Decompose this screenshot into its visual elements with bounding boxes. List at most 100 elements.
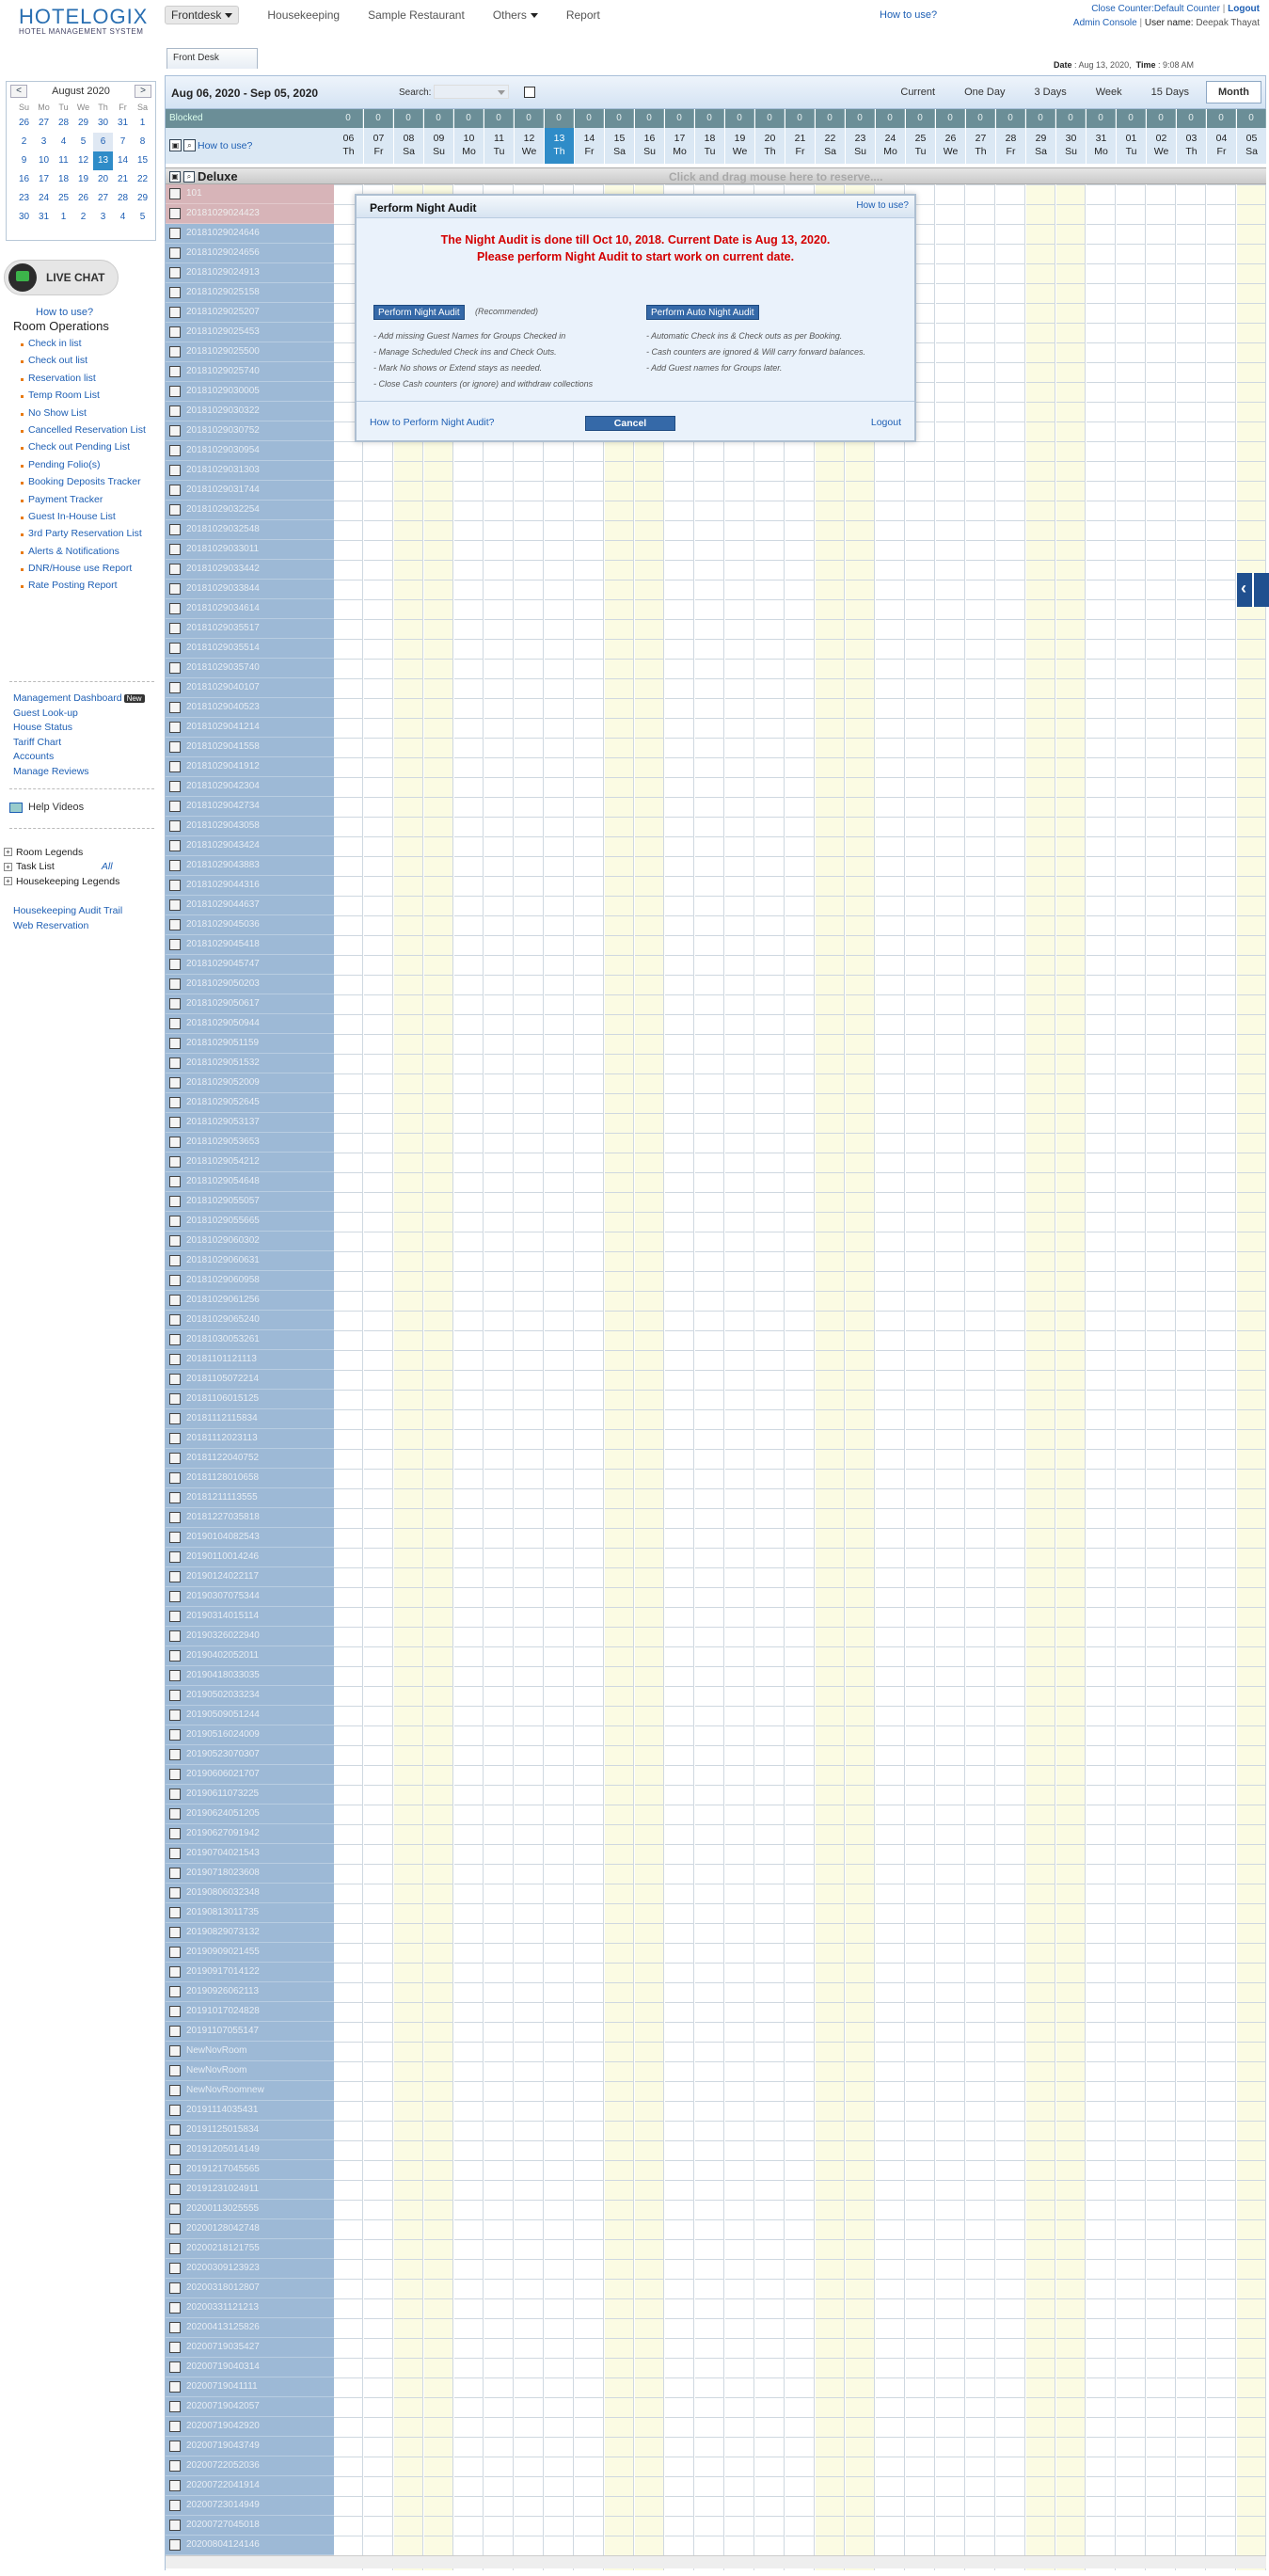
room-row[interactable]: 20181029030752 xyxy=(166,421,334,441)
day-header-cell[interactable]: 01 Tu xyxy=(1117,128,1146,164)
room-row[interactable]: 101 xyxy=(166,184,334,204)
logout-link[interactable]: Logout xyxy=(1228,4,1260,14)
management-link[interactable]: House Status xyxy=(13,722,145,737)
room-checkbox[interactable] xyxy=(169,1117,181,1128)
day-header-cell[interactable]: 02 We xyxy=(1147,128,1176,164)
room-checkbox[interactable] xyxy=(169,2026,181,2037)
day-cell-column[interactable] xyxy=(1237,184,1266,2570)
room-row[interactable]: 20181029051532 xyxy=(166,1054,334,1073)
grid-howto-link[interactable]: How to use? xyxy=(198,140,252,151)
nav-report[interactable]: Report xyxy=(566,8,600,22)
room-checkbox[interactable] xyxy=(169,1512,181,1523)
day-header-cell[interactable]: 03 Th xyxy=(1177,128,1206,164)
management-link[interactable]: Manage Reviews xyxy=(13,766,145,781)
day-header-cell[interactable]: 15 Sa xyxy=(605,128,634,164)
day-header-cell[interactable]: 29 Sa xyxy=(1026,128,1055,164)
room-checkbox[interactable] xyxy=(169,820,181,832)
room-checkbox[interactable] xyxy=(169,1216,181,1227)
room-row[interactable]: 20181029050944 xyxy=(166,1014,334,1034)
view-button[interactable]: Week xyxy=(1084,81,1134,103)
room-row[interactable]: 20181029053653 xyxy=(166,1133,334,1153)
room-row[interactable]: 20181106015125 xyxy=(166,1390,334,1409)
room-row[interactable]: 20181128010658 xyxy=(166,1469,334,1488)
room-row[interactable]: 20181029030322 xyxy=(166,402,334,421)
room-row[interactable]: 20181029035740 xyxy=(166,659,334,678)
task-list-all-link[interactable]: All xyxy=(102,861,113,872)
room-row[interactable]: 20200318012807 xyxy=(166,2279,334,2298)
room-row[interactable]: 20181029042734 xyxy=(166,797,334,817)
room-row[interactable]: 20190516024009 xyxy=(166,1725,334,1745)
room-row[interactable]: 20190909021455 xyxy=(166,1943,334,1963)
room-checkbox[interactable] xyxy=(169,959,181,970)
room-row[interactable]: 20181029041558 xyxy=(166,738,334,757)
search-checkbox[interactable] xyxy=(524,87,535,98)
room-checkbox[interactable] xyxy=(169,1038,181,1049)
calendar-day[interactable]: 31 xyxy=(113,114,133,133)
room-row[interactable]: 20191114035431 xyxy=(166,2101,334,2121)
room-checkbox[interactable] xyxy=(169,1097,181,1108)
view-button[interactable]: 15 Days xyxy=(1139,81,1201,103)
day-cell-column[interactable] xyxy=(785,184,815,2570)
day-cell-column[interactable] xyxy=(1056,184,1086,2570)
room-checkbox[interactable] xyxy=(169,1453,181,1464)
room-op-link[interactable]: Guest In-House List xyxy=(21,511,146,528)
room-row[interactable]: 20181029033844 xyxy=(166,580,334,599)
calendar-day[interactable]: 16 xyxy=(14,170,34,189)
room-checkbox[interactable] xyxy=(169,208,181,219)
room-checkbox[interactable] xyxy=(169,643,181,654)
perform-night-audit-button[interactable]: Perform Night Audit xyxy=(373,305,465,320)
room-checkbox[interactable] xyxy=(169,761,181,772)
day-cell-column[interactable] xyxy=(876,184,905,2570)
room-checkbox[interactable] xyxy=(169,1077,181,1089)
calendar-day[interactable]: 17 xyxy=(34,170,54,189)
room-checkbox[interactable] xyxy=(169,1018,181,1029)
room-row[interactable]: 20200719035427 xyxy=(166,2338,334,2358)
room-row[interactable]: NewNovRoom xyxy=(166,2042,334,2061)
room-row[interactable]: 20181227035818 xyxy=(166,1508,334,1528)
room-row[interactable]: 20190606021707 xyxy=(166,1765,334,1785)
calendar-day[interactable]: 18 xyxy=(54,170,73,189)
room-op-link[interactable]: No Show List xyxy=(21,407,146,424)
room-row[interactable]: 20200719041111 xyxy=(166,2377,334,2397)
room-row[interactable]: 20181029024646 xyxy=(166,224,334,244)
room-checkbox[interactable] xyxy=(169,1551,181,1563)
room-checkbox[interactable] xyxy=(169,998,181,1010)
room-checkbox[interactable] xyxy=(169,2421,181,2432)
room-op-link[interactable]: Booking Deposits Tracker xyxy=(21,476,146,493)
room-checkbox[interactable] xyxy=(169,1295,181,1306)
room-checkbox[interactable] xyxy=(169,741,181,753)
room-row[interactable]: 20181029065240 xyxy=(166,1311,334,1330)
room-checkbox[interactable] xyxy=(169,386,181,397)
room-row[interactable]: 20200722041914 xyxy=(166,2476,334,2496)
calendar-day[interactable]: 22 xyxy=(133,170,152,189)
day-header-cell[interactable]: 13 Th xyxy=(545,128,574,164)
calendar-day[interactable]: 4 xyxy=(113,208,133,227)
day-cell-column[interactable] xyxy=(334,184,363,2570)
room-row[interactable]: 20181029033442 xyxy=(166,560,334,580)
room-row[interactable]: 20181029052645 xyxy=(166,1093,334,1113)
calendar-day[interactable]: 15 xyxy=(133,151,152,170)
calendar-day[interactable]: 3 xyxy=(34,133,54,151)
room-row[interactable]: 20190418033035 xyxy=(166,1666,334,1686)
day-cell-column[interactable] xyxy=(996,184,1025,2570)
room-checkbox[interactable] xyxy=(169,326,181,338)
day-cell-column[interactable] xyxy=(515,184,544,2570)
room-checkbox[interactable] xyxy=(169,1887,181,1899)
web-reservation-link[interactable]: Web Reservation xyxy=(13,920,122,935)
calendar-day[interactable]: 12 xyxy=(73,151,93,170)
day-header-cell[interactable]: 30 Su xyxy=(1056,128,1086,164)
room-checkbox[interactable] xyxy=(169,2065,181,2076)
calendar-prev-button[interactable]: < xyxy=(10,85,27,98)
room-checkbox[interactable] xyxy=(169,2381,181,2393)
room-checkbox[interactable] xyxy=(169,583,181,595)
room-row[interactable]: 20190806032348 xyxy=(166,1884,334,1903)
room-row[interactable]: 20181029042304 xyxy=(166,777,334,797)
room-checkbox[interactable] xyxy=(169,1848,181,1859)
room-checkbox[interactable] xyxy=(169,2322,181,2333)
room-row[interactable]: 20181029030954 xyxy=(166,441,334,461)
calendar-day[interactable]: 31 xyxy=(34,208,54,227)
room-checkbox[interactable] xyxy=(169,504,181,516)
nav-housekeeping[interactable]: Housekeeping xyxy=(267,8,340,22)
calendar-day[interactable]: 29 xyxy=(133,189,152,208)
calendar-day[interactable]: 30 xyxy=(14,208,34,227)
